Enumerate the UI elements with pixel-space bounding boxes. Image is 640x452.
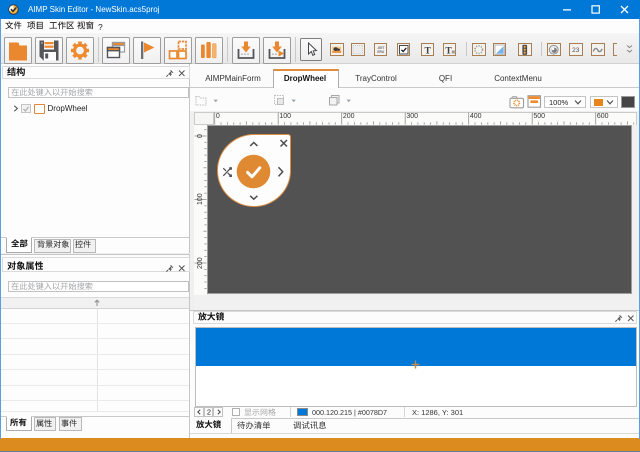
svg-text:T: T: [424, 46, 431, 55]
svg-text:ERU: ERU: [377, 50, 384, 54]
svg-text:2: 2: [206, 408, 210, 417]
svg-text:23: 23: [572, 47, 580, 54]
svg-text:T: T: [445, 46, 452, 55]
